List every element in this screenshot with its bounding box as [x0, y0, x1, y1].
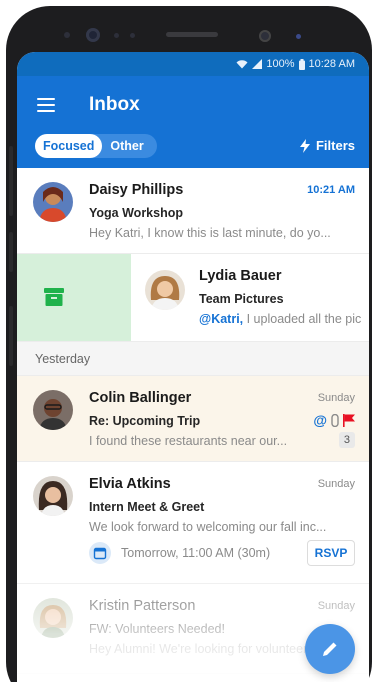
mention: @Katri,	[199, 312, 244, 326]
bixby-button	[9, 306, 13, 366]
attachment-icon	[331, 413, 339, 427]
thread-count-badge: 3	[338, 432, 355, 448]
filters-label: Filters	[315, 138, 355, 153]
mail-sender: Kristin Patterson	[89, 598, 196, 614]
app-header: Inbox Focused Other Filters	[17, 76, 369, 168]
mail-time: Sunday	[317, 600, 355, 612]
event-time: Tomorrow, 11:00 AM (30m)	[121, 546, 271, 560]
phone-screen: 100% 10:28 AM Inbox Focused Other Filter…	[17, 52, 369, 682]
mail-preview: @Katri, I uploaded all the pic	[199, 312, 362, 326]
volume-button-2	[9, 232, 13, 272]
mail-sender: Elvia Atkins	[89, 476, 171, 492]
mail-preview: Hey Katri, I know this is last minute, d…	[89, 226, 331, 240]
mail-subject: Intern Meet & Greet	[89, 500, 205, 514]
earpiece-speaker	[166, 32, 218, 37]
mail-time: 10:21 AM	[307, 184, 355, 196]
list-item[interactable]: Lydia Bauer Team Pictures @Katri, I uplo…	[17, 254, 369, 342]
mail-sender: Colin Ballinger	[89, 390, 192, 406]
list-item[interactable]: Colin Ballinger Sunday Re: Upcoming Trip…	[17, 376, 369, 462]
mail-subject: Team Pictures	[199, 292, 284, 306]
event-card[interactable]: Tomorrow, 11:00 AM (30m)	[89, 542, 270, 564]
battery-percent: 100%	[266, 58, 295, 70]
mail-indicators: @	[313, 412, 355, 428]
mail-sender: Daisy Phillips	[89, 182, 184, 198]
sensor-dot	[130, 33, 135, 38]
mail-sender: Lydia Bauer	[199, 268, 282, 284]
sensor-dot	[64, 32, 70, 38]
archive-icon	[44, 288, 64, 306]
signal-icon	[252, 59, 263, 69]
rsvp-button[interactable]: RSVP	[307, 540, 355, 566]
clock: 10:28 AM	[308, 58, 355, 70]
page-title: Inbox	[89, 94, 140, 115]
list-item[interactable]: Elvia Atkins Sunday Intern Meet & Greet …	[17, 462, 369, 584]
led-dot	[296, 34, 301, 39]
mail-subject: Yoga Workshop	[89, 206, 183, 220]
battery-icon	[298, 58, 305, 70]
mail-preview: We look forward to welcoming our fall in…	[89, 520, 327, 534]
mail-time: Sunday	[317, 392, 355, 404]
tab-focused[interactable]: Focused	[35, 134, 103, 158]
inbox-pivot: Focused Other	[35, 134, 157, 158]
compose-button[interactable]	[305, 624, 355, 674]
avatar	[145, 270, 185, 310]
section-header-yesterday: Yesterday	[17, 342, 369, 376]
tab-other[interactable]: Other	[102, 139, 151, 153]
volume-button	[9, 146, 13, 216]
status-bar: 100% 10:28 AM	[17, 52, 369, 76]
avatar	[33, 476, 73, 516]
mail-time: Sunday	[317, 478, 355, 490]
flag-icon[interactable]	[343, 413, 355, 427]
pencil-icon	[323, 642, 337, 656]
lightning-icon	[299, 138, 310, 153]
list-item[interactable]: Daisy Phillips 10:21 AM Yoga Workshop He…	[17, 168, 369, 254]
wifi-icon	[236, 60, 248, 69]
mail-subject: FW: Volunteers Needed!	[89, 622, 225, 636]
mail-subject: Re: Upcoming Trip	[89, 414, 201, 428]
avatar	[33, 182, 73, 222]
iris-scanner-icon	[259, 30, 271, 42]
front-camera-icon	[86, 28, 100, 42]
mail-preview: I found these restaurants near our...	[89, 434, 288, 448]
top-bezel	[6, 6, 372, 58]
mention-icon: @	[313, 412, 327, 428]
calendar-icon	[89, 542, 111, 564]
avatar	[33, 598, 73, 638]
menu-icon[interactable]	[37, 98, 55, 112]
sensor-dot	[114, 33, 119, 38]
avatar	[33, 390, 73, 430]
filters-button[interactable]: Filters	[299, 138, 355, 153]
swipe-archive-action[interactable]	[17, 254, 131, 341]
mail-preview: Hey Alumni! We're looking for volunteers…	[89, 642, 324, 656]
